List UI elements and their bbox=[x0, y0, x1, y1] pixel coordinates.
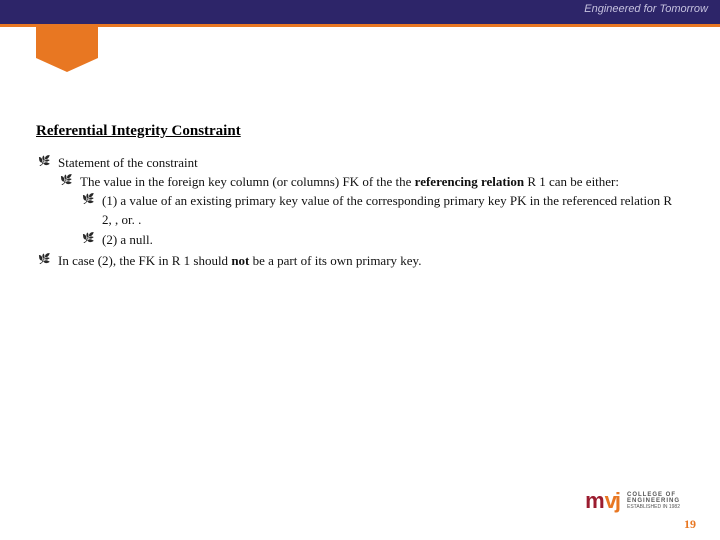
list-item: (1) a value of an existing primary key v… bbox=[80, 192, 684, 230]
logo-letter-vj: vj bbox=[605, 488, 619, 514]
logo-subtext: COLLEGE OF ENGINEERING ESTABLISHED IN 19… bbox=[627, 492, 680, 511]
tagline: Engineered for Tomorrow bbox=[584, 3, 708, 15]
bullet-text: The value in the foreign key column (or … bbox=[80, 174, 415, 189]
logo-line: ESTABLISHED IN 1982 bbox=[627, 505, 680, 511]
list-item: (2) a null. bbox=[80, 231, 684, 250]
list-item: The value in the foreign key column (or … bbox=[58, 173, 684, 250]
slide-content: Referential Integrity Constraint Stateme… bbox=[0, 27, 720, 271]
corner-tab bbox=[36, 24, 98, 58]
bullet-text: (1) a value of an existing primary key v… bbox=[102, 193, 672, 227]
slide-title: Referential Integrity Constraint bbox=[36, 123, 684, 140]
page-number: 19 bbox=[684, 517, 696, 532]
bullet-text: In case (2), the FK in R 1 should bbox=[58, 253, 231, 268]
logo-letter-m: m bbox=[585, 488, 604, 514]
bullet-text: (2) a null. bbox=[102, 232, 153, 247]
bullet-text: R 1 can be either: bbox=[524, 174, 619, 189]
bullet-bold: not bbox=[231, 253, 249, 268]
logo-line: COLLEGE OF bbox=[627, 492, 680, 499]
bullet-text: Statement of the constraint bbox=[58, 155, 198, 170]
bullet-text: be a part of its own primary key. bbox=[249, 253, 421, 268]
list-item: In case (2), the FK in R 1 should not be… bbox=[36, 252, 684, 271]
college-logo: mvj COLLEGE OF ENGINEERING ESTABLISHED I… bbox=[585, 488, 680, 514]
bullet-list: Statement of the constraint The value in… bbox=[36, 154, 684, 271]
bullet-bold: referencing relation bbox=[415, 174, 524, 189]
list-item: Statement of the constraint The value in… bbox=[36, 154, 684, 250]
header-bar: Engineered for Tomorrow bbox=[0, 0, 720, 24]
